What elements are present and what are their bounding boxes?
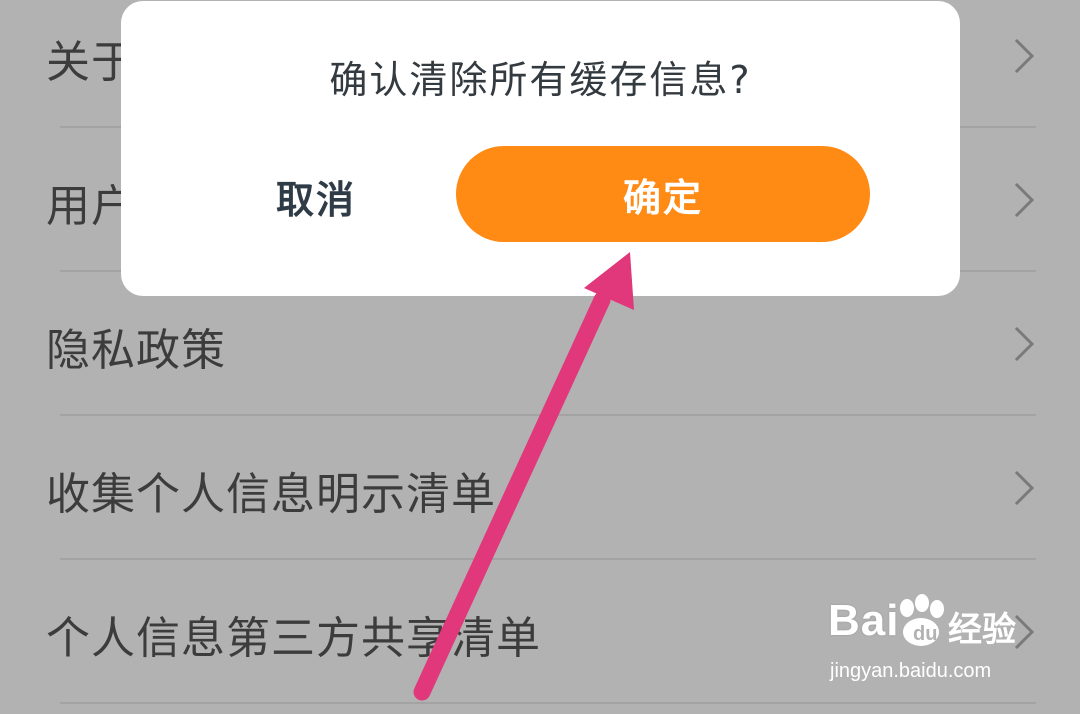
list-item[interactable]: 收集个人信息明示清单	[0, 416, 1080, 560]
clear-cache-dialog: 确认清除所有缓存信息? 取消 确定	[121, 1, 960, 296]
chevron-right-icon	[1014, 470, 1035, 506]
screen: 关于 用户 隐私政策 收集个人信息明示清单 个人信息第三方共享清单 确认清除所有…	[0, 0, 1080, 714]
chevron-right-icon	[1014, 38, 1035, 74]
svg-text:du: du	[913, 623, 937, 645]
watermark-sub: 经验	[948, 610, 1016, 650]
cancel-button[interactable]: 取消	[241, 151, 391, 241]
watermark-brand: Bai	[828, 596, 900, 645]
list-item-label: 隐私政策	[46, 325, 226, 376]
chevron-right-icon	[1014, 326, 1035, 362]
list-item-label: 收集个人信息明示清单	[46, 469, 496, 520]
chevron-right-icon	[1014, 182, 1035, 218]
confirm-button[interactable]: 确定	[456, 146, 870, 242]
baidu-jingyan-watermark: Bai du 经验 jingyan.baidu.com	[828, 594, 1068, 694]
list-item-label: 个人信息第三方共享清单	[46, 613, 541, 664]
watermark-url: jingyan.baidu.com	[830, 660, 992, 682]
dialog-title: 确认清除所有缓存信息?	[329, 58, 752, 102]
paw-icon: du	[900, 594, 944, 646]
divider	[60, 702, 1036, 704]
